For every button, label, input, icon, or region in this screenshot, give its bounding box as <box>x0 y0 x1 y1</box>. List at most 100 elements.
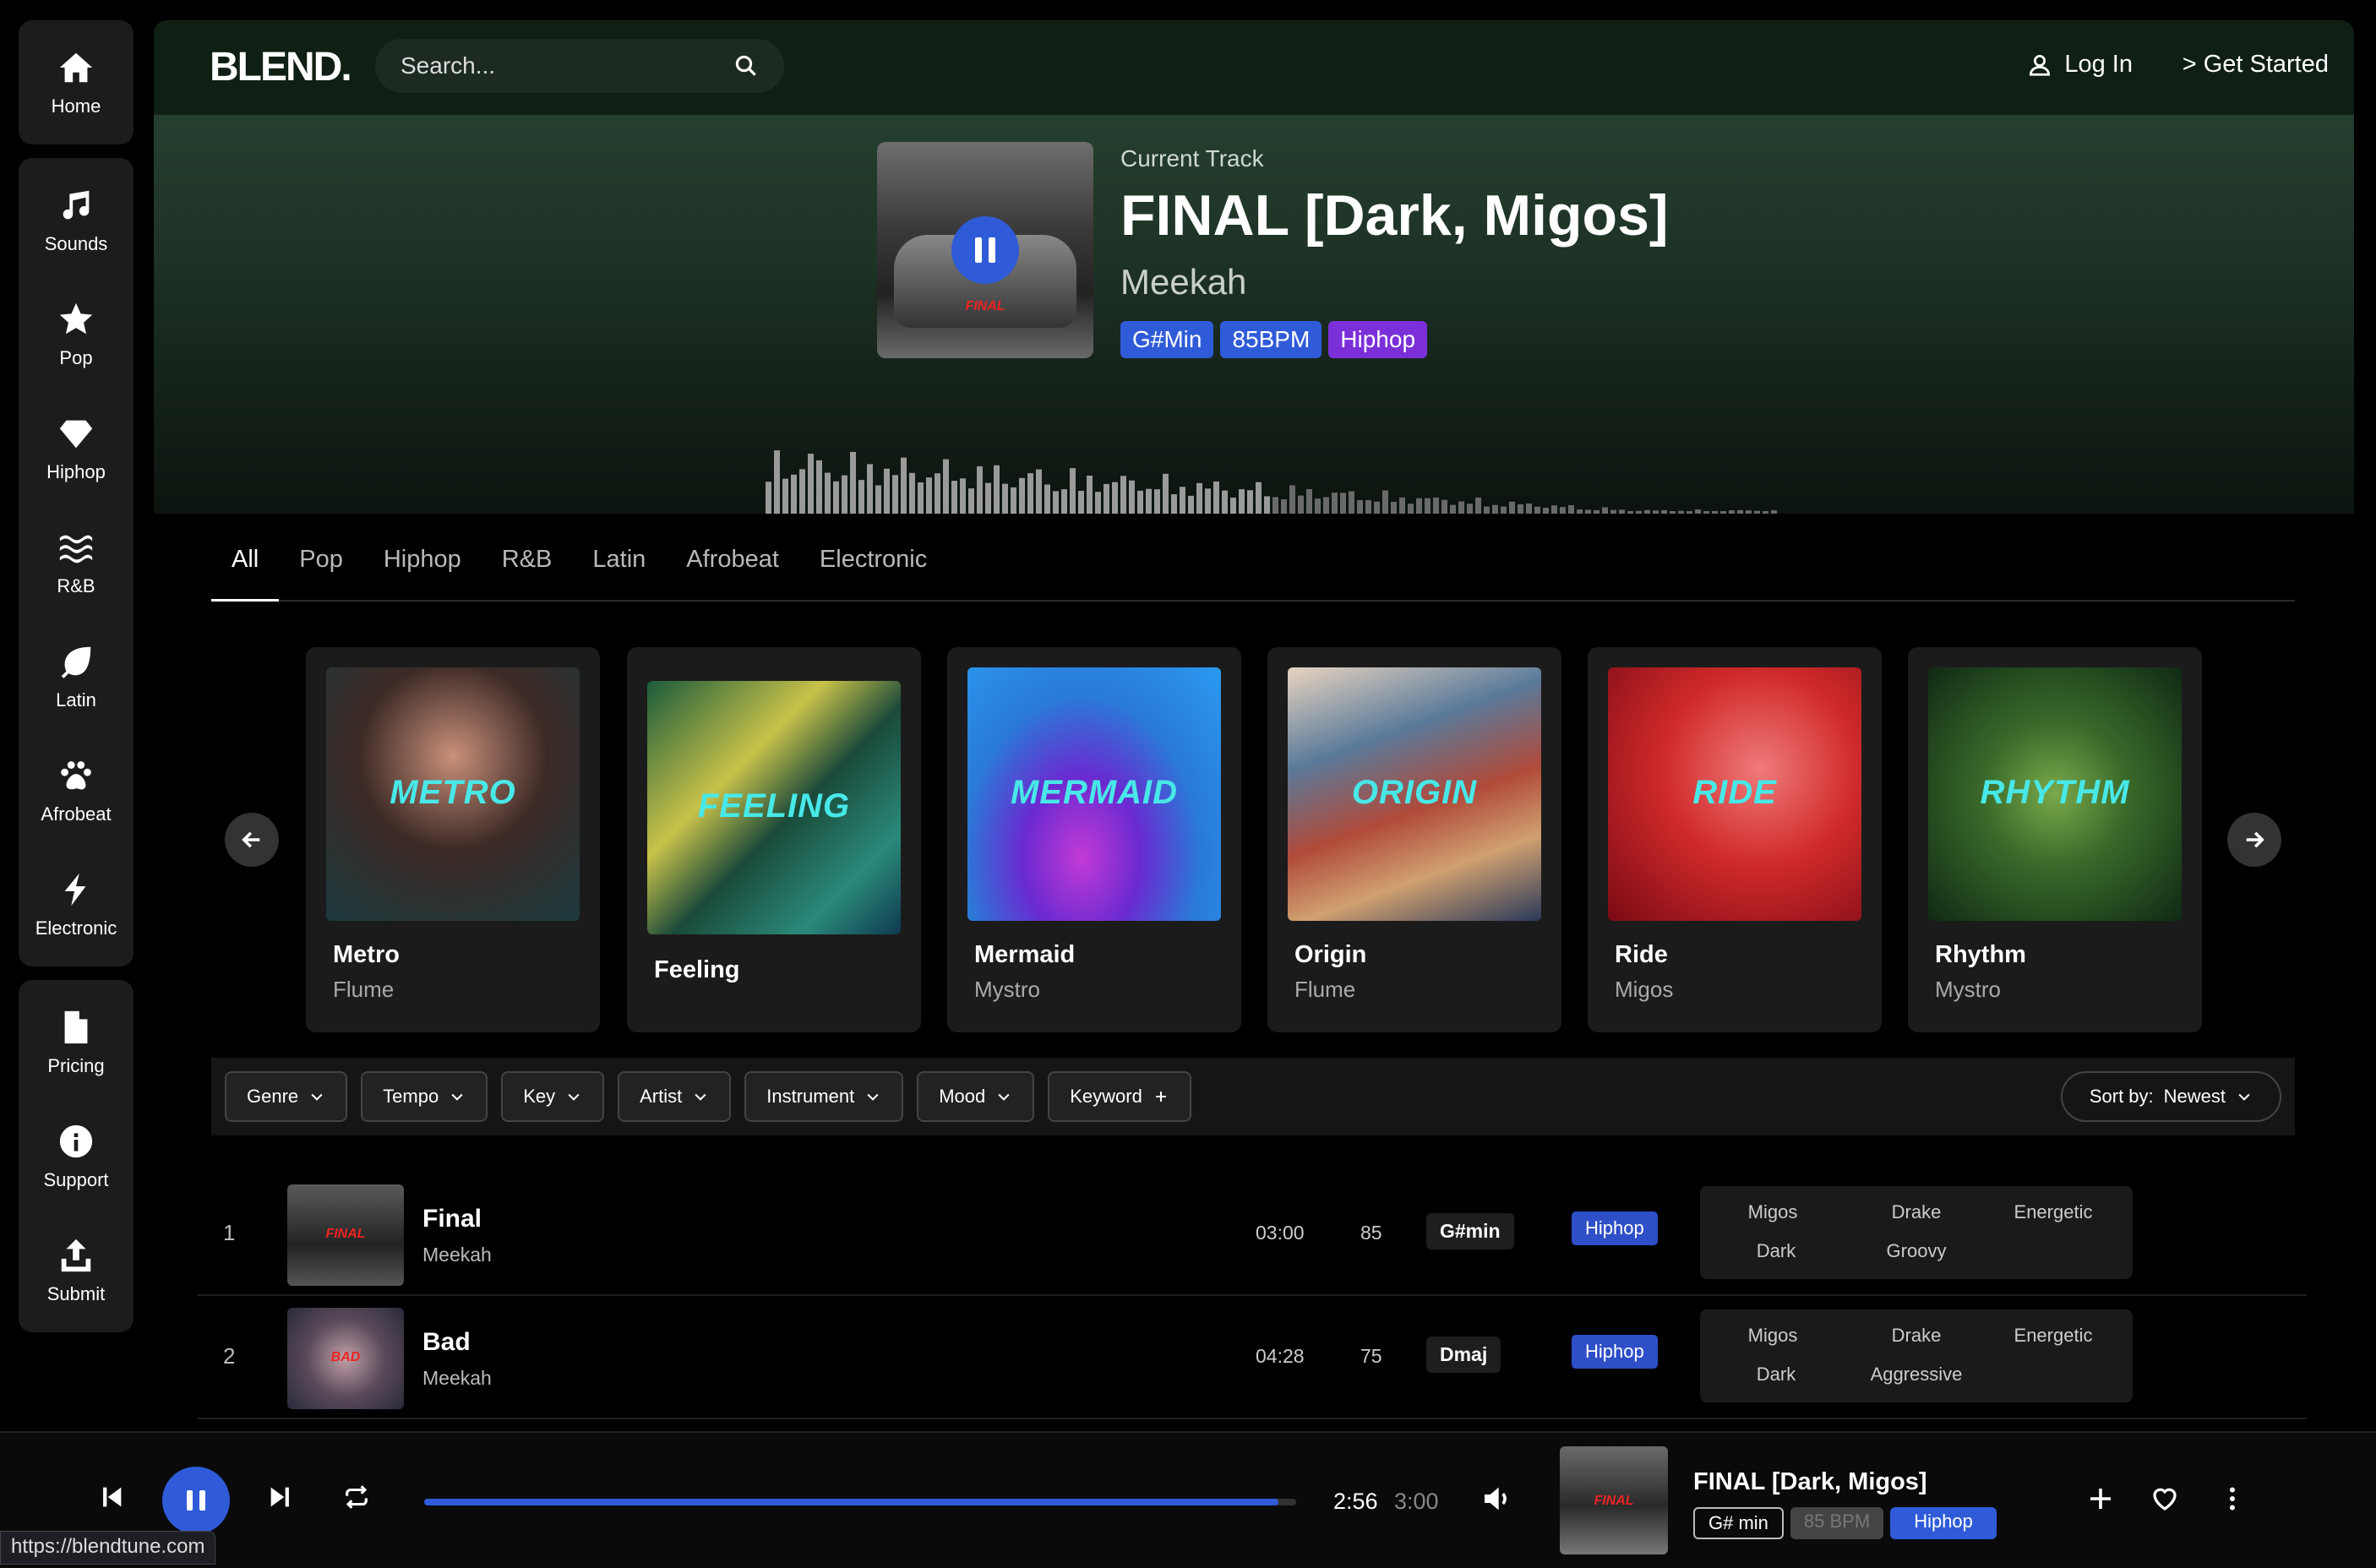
sidebar-item-electronic[interactable]: Electronic <box>19 847 134 961</box>
get-started-label: > Get Started <box>2182 51 2329 78</box>
repeat-button[interactable] <box>340 1480 373 1514</box>
waveform-bar <box>782 478 788 514</box>
track-key[interactable]: Dmaj <box>1426 1337 1501 1373</box>
table-row[interactable]: 1 FINAL Final Meekah 03:00 85 G#min Hiph… <box>198 1173 2307 1296</box>
player-key-tag[interactable]: G# min <box>1693 1507 1784 1539</box>
sidebar-item-sounds[interactable]: Sounds <box>19 163 134 277</box>
keyword-filter[interactable]: Keyword <box>1048 1071 1191 1122</box>
search-icon[interactable] <box>733 53 759 79</box>
tab-afrobeat[interactable]: Afrobeat <box>666 537 799 602</box>
tag[interactable]: Energetic <box>2014 1201 2093 1223</box>
like-button[interactable] <box>2146 1480 2183 1517</box>
tag[interactable]: Drake <box>1892 1201 1942 1223</box>
sidebar-item-label: Electronic <box>35 917 117 939</box>
instrument-filter[interactable]: Instrument <box>744 1071 904 1122</box>
current-track-pause-button[interactable] <box>951 216 1019 284</box>
waveform-bar <box>1289 485 1295 514</box>
player-cover[interactable]: FINAL <box>1560 1446 1668 1554</box>
tag[interactable]: Groovy <box>1887 1240 1947 1262</box>
get-started-button[interactable]: > Get Started <box>2183 51 2329 79</box>
sidebar-item-rnb[interactable]: R&B <box>19 505 134 619</box>
sidebar-group-home: Home <box>19 20 134 144</box>
player-pause-button[interactable] <box>162 1467 230 1534</box>
sidebar-item-label: Pricing <box>47 1054 105 1076</box>
tempo-filter[interactable]: Tempo <box>361 1071 488 1122</box>
diamond-icon <box>59 420 93 448</box>
track-title[interactable]: Bad <box>422 1328 471 1357</box>
sidebar-item-pricing[interactable]: Pricing <box>19 985 134 1099</box>
table-row[interactable]: 2 BAD Bad Meekah 04:28 75 Dmaj Hiphop Mi… <box>198 1296 2307 1419</box>
sidebar-item-afrobeat[interactable]: Afrobeat <box>19 733 134 847</box>
sound-card[interactable]: RIDE Ride Migos <box>1588 647 1882 1032</box>
tab-all[interactable]: All <box>211 537 280 602</box>
current-track-artist[interactable]: Meekah <box>1120 262 1246 302</box>
tag[interactable]: Migos <box>1748 1325 1798 1347</box>
tag[interactable]: Aggressive <box>1871 1364 1963 1386</box>
sound-card[interactable]: FEELING Feeling <box>627 647 921 1032</box>
genre-tag[interactable]: Hiphop <box>1328 321 1428 358</box>
next-button[interactable] <box>264 1480 297 1514</box>
waveform-bar <box>1061 489 1067 514</box>
tab-hiphop[interactable]: Hiphop <box>363 537 482 602</box>
tag[interactable]: Migos <box>1748 1201 1798 1223</box>
sort-dropdown[interactable]: Sort by: Newest <box>2060 1071 2281 1122</box>
tab-electronic[interactable]: Electronic <box>799 537 947 602</box>
waveform-bar <box>968 488 974 514</box>
track-title[interactable]: Final <box>422 1205 482 1233</box>
tag[interactable]: Dark <box>1757 1364 1796 1386</box>
track-thumbnail[interactable]: BAD <box>287 1308 404 1409</box>
waveform-bar <box>1002 483 1008 514</box>
sidebar-item-pop[interactable]: Pop <box>19 277 134 391</box>
sound-card[interactable]: MERMAID Mermaid Mystro <box>947 647 1241 1032</box>
track-artist[interactable]: Meekah <box>422 1367 492 1390</box>
search-bar[interactable] <box>375 39 784 93</box>
logo[interactable]: BLEND. <box>210 44 352 90</box>
tab-pop[interactable]: Pop <box>279 537 363 602</box>
waveform-bar <box>1467 504 1473 514</box>
tag[interactable]: Energetic <box>2014 1325 2093 1347</box>
player-genre-tag[interactable]: Hiphop <box>1890 1507 1997 1539</box>
bpm-tag[interactable]: 85BPM <box>1220 321 1322 358</box>
key-filter[interactable]: Key <box>501 1071 605 1122</box>
previous-button[interactable] <box>95 1480 128 1514</box>
waveform-visualizer[interactable] <box>766 443 1779 514</box>
search-input[interactable] <box>401 52 733 79</box>
waveform-bar <box>1264 496 1270 514</box>
more-options-button[interactable] <box>2214 1480 2251 1517</box>
sidebar-item-submit[interactable]: Submit <box>19 1213 134 1327</box>
sidebar-item-hiphop[interactable]: Hiphop <box>19 391 134 505</box>
waveform-bar <box>1492 504 1498 514</box>
sound-card[interactable]: METRO Metro Flume <box>306 647 600 1032</box>
track-artist[interactable]: Meekah <box>422 1244 492 1266</box>
carousel-next-button[interactable] <box>2227 813 2281 867</box>
sidebar-item-latin[interactable]: Latin <box>19 619 134 733</box>
key-tag[interactable]: G#Min <box>1120 321 1214 358</box>
tag[interactable]: Dark <box>1757 1240 1796 1262</box>
sound-card[interactable]: ORIGIN Origin Flume <box>1267 647 1561 1032</box>
progress-bar[interactable] <box>424 1499 1296 1505</box>
tab-rnb[interactable]: R&B <box>482 537 573 602</box>
player-bpm-tag[interactable]: 85 BPM <box>1790 1507 1884 1539</box>
track-thumbnail[interactable]: FINAL <box>287 1184 404 1286</box>
table-row-partial[interactable] <box>198 1419 2307 1431</box>
volume-button[interactable] <box>1479 1480 1516 1517</box>
track-genre-badge[interactable]: Hiphop <box>1572 1211 1658 1245</box>
home-icon <box>59 52 93 82</box>
sidebar-item-support[interactable]: Support <box>19 1099 134 1213</box>
mood-filter[interactable]: Mood <box>917 1071 1035 1122</box>
login-button[interactable]: Log In <box>2027 51 2133 79</box>
player-track-title[interactable]: FINAL [Dark, Migos] <box>1693 1468 1927 1496</box>
sidebar-item-home[interactable]: Home <box>19 25 134 139</box>
card-title: Origin <box>1294 941 1367 968</box>
carousel-prev-button[interactable] <box>225 813 279 867</box>
add-button[interactable] <box>2082 1480 2119 1517</box>
waveform-bar <box>1644 509 1650 514</box>
artist-filter[interactable]: Artist <box>618 1071 732 1122</box>
genre-filter[interactable]: Genre <box>225 1071 348 1122</box>
waveform-bar <box>1078 490 1084 514</box>
tag[interactable]: Drake <box>1892 1325 1942 1347</box>
track-genre-badge[interactable]: Hiphop <box>1572 1335 1658 1369</box>
track-key[interactable]: G#min <box>1426 1213 1514 1250</box>
tab-latin[interactable]: Latin <box>572 537 666 602</box>
sound-card[interactable]: RHYTHM Rhythm Mystro <box>1908 647 2202 1032</box>
